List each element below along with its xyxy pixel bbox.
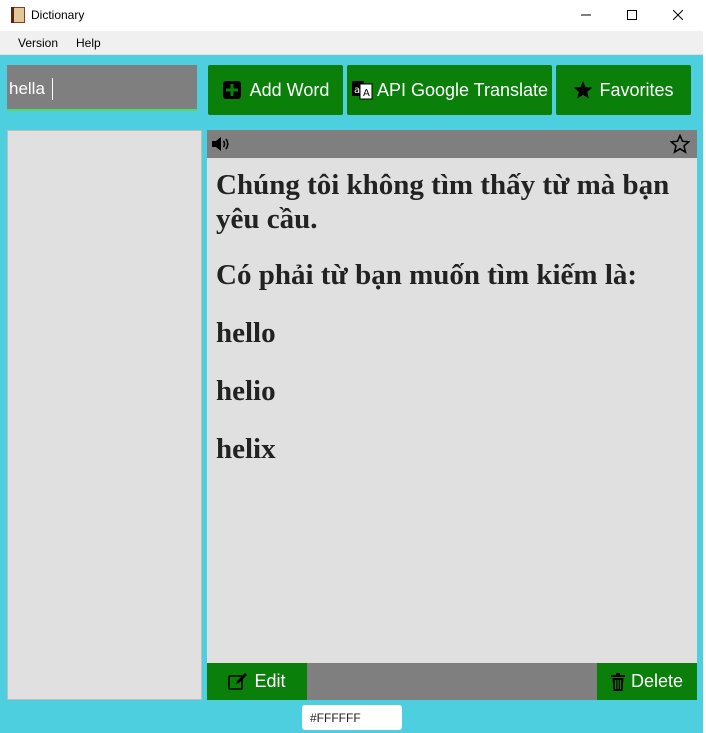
maximize-icon bbox=[627, 9, 637, 20]
edit-icon bbox=[228, 672, 248, 690]
main-content: Add Word a A API Google Translate Favori… bbox=[0, 55, 704, 733]
api-google-translate-button[interactable]: a A API Google Translate bbox=[347, 65, 552, 115]
title-bar: Dictionary bbox=[0, 0, 706, 31]
result-header bbox=[207, 130, 697, 158]
result-body: Chúng tôi không tìm thấy từ mà bạn yêu c… bbox=[216, 168, 694, 490]
suggestion-item[interactable]: hello bbox=[216, 316, 694, 350]
add-word-button[interactable]: Add Word bbox=[208, 65, 343, 115]
close-button[interactable] bbox=[655, 0, 701, 29]
speaker-icon[interactable] bbox=[211, 136, 231, 152]
result-panel: Chúng tôi không tìm thấy từ mà bạn yêu c… bbox=[207, 130, 697, 663]
minimize-icon bbox=[581, 14, 591, 15]
edit-label: Edit bbox=[254, 671, 286, 691]
trash-icon bbox=[610, 672, 625, 691]
search-input[interactable] bbox=[9, 77, 189, 101]
star-outline-icon[interactable] bbox=[670, 134, 690, 154]
api-label: API Google Translate bbox=[376, 79, 549, 100]
minimize-button[interactable] bbox=[563, 0, 609, 29]
search-box[interactable] bbox=[7, 65, 197, 111]
suggestion-question: Có phải từ bạn muốn tìm kiếm là: bbox=[216, 259, 638, 291]
window-title: Dictionary bbox=[31, 8, 85, 22]
delete-label: Delete bbox=[630, 671, 684, 691]
text-caret bbox=[52, 78, 53, 100]
favorites-label: Favorites bbox=[599, 79, 674, 100]
color-picker[interactable]: #FFFFFF bbox=[302, 705, 402, 730]
suggestion-item[interactable]: helix bbox=[216, 432, 694, 466]
maximize-button[interactable] bbox=[609, 0, 655, 29]
suggestion-item[interactable]: helio bbox=[216, 374, 694, 408]
book-icon bbox=[11, 7, 25, 23]
translate-icon: a A bbox=[351, 81, 373, 100]
menu-version[interactable]: Version bbox=[18, 36, 58, 50]
edit-button[interactable]: Edit bbox=[207, 663, 307, 700]
svg-text:A: A bbox=[363, 88, 370, 99]
word-list[interactable] bbox=[7, 130, 202, 700]
favorites-button[interactable]: Favorites bbox=[556, 65, 691, 115]
menu-bar: Version Help bbox=[0, 31, 706, 55]
add-word-label: Add Word bbox=[249, 79, 330, 100]
close-icon bbox=[673, 9, 683, 20]
menu-help[interactable]: Help bbox=[76, 36, 101, 50]
not-found-message: Chúng tôi không tìm thấy từ mà bạn yêu c… bbox=[216, 169, 670, 235]
svg-text:a: a bbox=[354, 85, 360, 96]
delete-button[interactable]: Delete bbox=[597, 663, 697, 700]
star-icon bbox=[574, 81, 593, 99]
plus-square-icon bbox=[222, 81, 241, 99]
